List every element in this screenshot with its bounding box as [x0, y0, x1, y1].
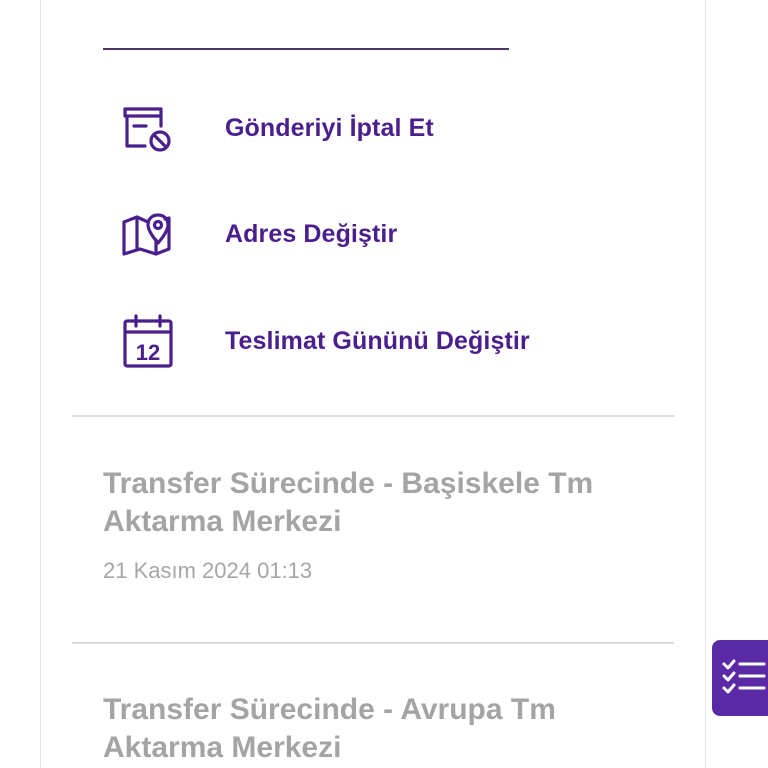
cancel-shipment-label: Gönderiyi İptal Et	[225, 113, 434, 142]
cancel-shipment-icon	[103, 96, 193, 160]
checklist-icon	[722, 656, 766, 701]
calendar-day-number: 12	[136, 340, 160, 365]
change-address-action[interactable]: Adres Değiştir	[103, 202, 643, 266]
shipment-detail-page: Gönderiyi İptal Et Adres Değiştir 12 Tes…	[0, 0, 768, 768]
change-delivery-day-label: Teslimat Gününü Değiştir	[225, 326, 530, 355]
tracking-event-title: Transfer Sürecinde - Başiskele Tm Aktarm…	[103, 467, 594, 538]
tracking-event: Transfer Sürecinde - Avrupa Tm Aktarma M…	[103, 691, 663, 767]
divider	[72, 642, 674, 644]
tracking-event: Transfer Sürecinde - Başiskele Tm Aktarm…	[103, 465, 663, 584]
change-address-label: Adres Değiştir	[225, 219, 398, 248]
change-delivery-day-action[interactable]: 12 Teslimat Gününü Değiştir	[103, 309, 643, 373]
tracking-event-date: 21 Kasım 2024 01:13	[103, 558, 313, 583]
section-separator	[103, 48, 509, 50]
divider	[72, 415, 674, 417]
map-pin-icon	[103, 202, 193, 266]
tracking-event-title: Transfer Sürecinde - Avrupa Tm Aktarma M…	[103, 693, 556, 764]
calendar-icon: 12	[103, 309, 193, 373]
cancel-shipment-action[interactable]: Gönderiyi İptal Et	[103, 96, 643, 160]
checklist-button[interactable]	[712, 640, 768, 716]
